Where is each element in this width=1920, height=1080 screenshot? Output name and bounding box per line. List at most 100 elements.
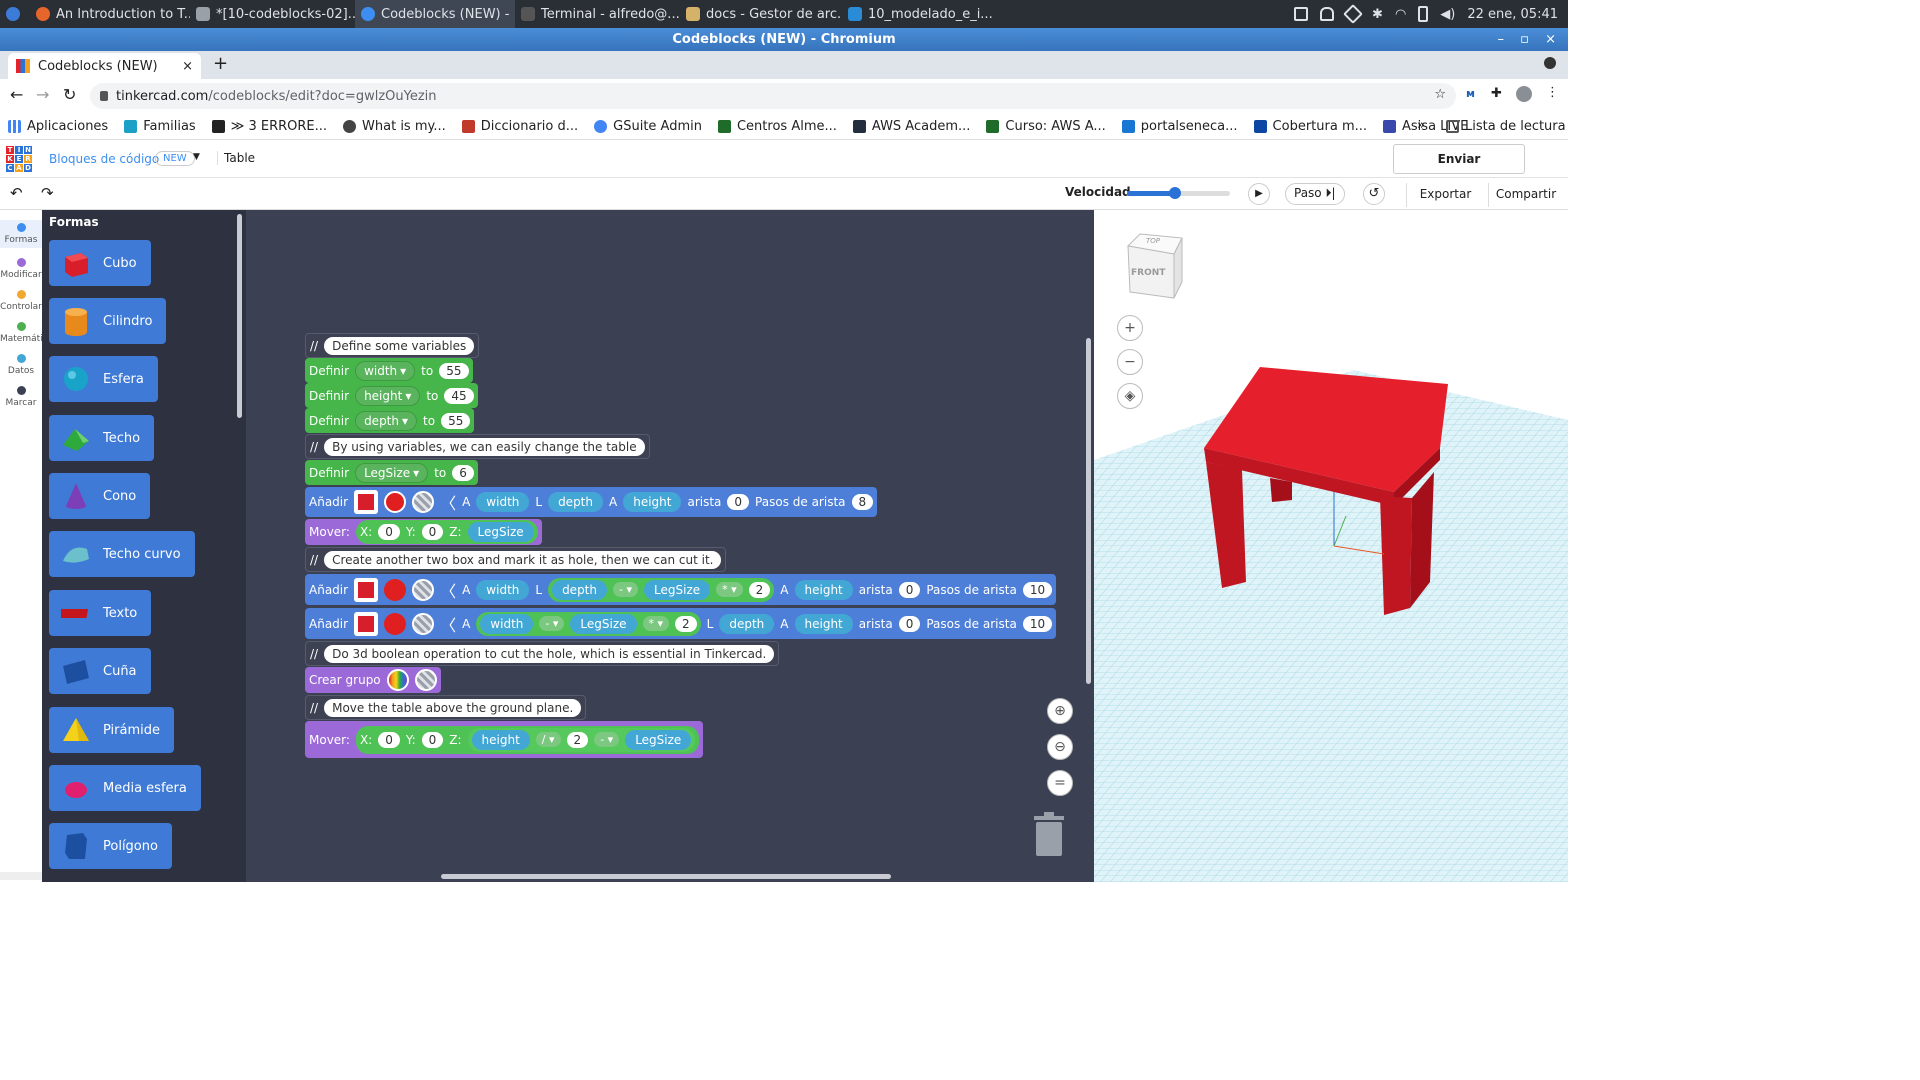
- define-block[interactable]: Definir LegSize ▾ to 6: [305, 460, 478, 485]
- number-input[interactable]: 0: [378, 731, 400, 748]
- shape-swatch[interactable]: [354, 490, 379, 514]
- number-input[interactable]: 0: [378, 524, 400, 540]
- category-control[interactable]: Controlar: [0, 290, 42, 312]
- palette-cone[interactable]: Cono: [49, 473, 151, 519]
- number-input[interactable]: 10: [1022, 615, 1053, 632]
- window-controls[interactable]: – ▫ ×: [1498, 28, 1562, 51]
- speed-slider[interactable]: [1127, 187, 1230, 199]
- taskbar-app-6[interactable]: 10_modelado_e_i...: [842, 0, 1022, 28]
- comment-text[interactable]: Create another two box and mark it as ho…: [324, 550, 722, 569]
- play-button[interactable]: ▶: [1248, 183, 1270, 205]
- battery-icon[interactable]: [1418, 6, 1429, 22]
- category-modify[interactable]: Modificar: [0, 258, 42, 280]
- number-input[interactable]: 55: [441, 412, 471, 429]
- view-cube-top[interactable]: TOP: [1146, 237, 1160, 245]
- number-input[interactable]: 2: [748, 581, 771, 598]
- view-cube-front[interactable]: FRONT: [1131, 268, 1165, 278]
- palette-cube[interactable]: Cubo: [49, 240, 151, 286]
- define-block[interactable]: Definir height ▾ to 45: [305, 383, 478, 408]
- breadcrumb[interactable]: Bloques de código: [49, 152, 159, 166]
- palette-wedge[interactable]: Cuña: [49, 648, 151, 694]
- palette-sphere[interactable]: Esfera: [49, 356, 158, 402]
- tinkercad-logo[interactable]: T I N K E R C A D: [6, 146, 32, 172]
- var-reporter[interactable]: LegSize: [625, 729, 692, 750]
- 3d-viewport[interactable]: TOP FRONT + − ◈: [1094, 210, 1568, 882]
- operator-dropdown[interactable]: * ▾: [716, 582, 743, 597]
- export-button[interactable]: Exportar: [1406, 183, 1484, 207]
- var-reporter[interactable]: height: [623, 492, 682, 512]
- category-math[interactable]: Matemáti: [0, 322, 43, 344]
- operator-dropdown[interactable]: - ▾: [539, 616, 565, 631]
- hole-toggle[interactable]: [412, 578, 435, 601]
- comment-block[interactable]: //By using variables, we can easily chan…: [305, 434, 650, 459]
- number-input[interactable]: 6: [452, 464, 474, 481]
- taskbar-app-5[interactable]: docs - Gestor de arc...: [680, 0, 842, 28]
- var-reporter[interactable]: height: [794, 613, 853, 634]
- collapse-chevron-icon[interactable]: 〈: [440, 490, 456, 514]
- var-reporter[interactable]: depth: [548, 492, 603, 512]
- bookmark-item[interactable]: ≫ 3 ERRORE...: [204, 119, 335, 134]
- bookmark-item[interactable]: portalseneca...: [1114, 119, 1246, 134]
- bookmark-item[interactable]: What is my...: [335, 119, 454, 134]
- extensions-puzzle-icon[interactable]: ✚: [1491, 86, 1502, 101]
- comment-block[interactable]: //Create another two box and mark it as …: [305, 547, 727, 572]
- redo-icon[interactable]: ↷: [41, 184, 54, 202]
- notes-icon[interactable]: [1294, 7, 1309, 21]
- hole-toggle[interactable]: [414, 669, 437, 691]
- comment-text[interactable]: Move the table above the ground plane.: [324, 698, 582, 717]
- number-input[interactable]: 0: [421, 524, 444, 540]
- forward-icon[interactable]: →: [36, 85, 49, 104]
- wifi-icon[interactable]: ◠: [1395, 7, 1406, 22]
- define-block[interactable]: Definir depth ▾ to 55: [305, 408, 475, 433]
- extension-icon[interactable]: м: [1466, 87, 1475, 100]
- bookmark-item[interactable]: Cobertura m...: [1246, 119, 1375, 134]
- speed-slider-knob[interactable]: [1169, 187, 1182, 199]
- horizontal-scrollbar[interactable]: [441, 874, 891, 879]
- taskbar-app-3[interactable]: Codeblocks (NEW) - ...: [355, 0, 515, 28]
- collapse-chevron-icon[interactable]: 〈: [440, 578, 456, 602]
- var-reporter[interactable]: width: [480, 613, 534, 634]
- collapse-chevron-icon[interactable]: 〈: [440, 612, 456, 636]
- var-reporter[interactable]: depth: [719, 613, 775, 634]
- comment-text[interactable]: Define some variables: [324, 336, 475, 355]
- var-reporter[interactable]: depth: [552, 579, 607, 600]
- zoom-in-button[interactable]: ⊕: [1047, 698, 1073, 724]
- number-input[interactable]: 2: [566, 731, 589, 748]
- define-block[interactable]: Definir width ▾ to 55: [305, 358, 473, 383]
- palette-half-sphere[interactable]: Media esfera: [49, 765, 201, 811]
- trash-icon[interactable]: [1032, 810, 1066, 858]
- palette-cylinder[interactable]: Cilindro: [49, 298, 167, 344]
- category-shapes[interactable]: Formas: [0, 220, 42, 248]
- var-reporter[interactable]: LegSize: [570, 613, 637, 634]
- palette-curved-roof[interactable]: Techo curvo: [49, 531, 195, 577]
- color-picker[interactable]: [384, 578, 407, 601]
- viewport-zoom-out-button[interactable]: −: [1117, 349, 1143, 375]
- group-block[interactable]: Crear grupo: [305, 667, 441, 693]
- palette-pyramid[interactable]: Pirámide: [49, 707, 175, 753]
- chevron-down-icon[interactable]: ▼: [193, 152, 200, 162]
- zoom-out-button[interactable]: ⊖: [1047, 734, 1073, 760]
- move-block[interactable]: Mover: X: 0 Y: 0 Z: LegSize: [305, 519, 542, 545]
- math-expression[interactable]: height / ▾ 2 - ▾ LegSize: [467, 727, 696, 752]
- hole-toggle[interactable]: [412, 612, 435, 635]
- reset-button[interactable]: ↺: [1363, 183, 1385, 205]
- reading-list-button[interactable]: Lista de lectura: [1438, 119, 1568, 134]
- move-block[interactable]: Mover: X: 0 Y: 0 Z: height / ▾ 2- ▾ LegSize: [305, 721, 704, 758]
- doc-name[interactable]: Table: [217, 151, 255, 165]
- reload-icon[interactable]: ↻: [63, 85, 76, 104]
- palette-polygon[interactable]: Polígono: [49, 823, 172, 869]
- bluetooth-icon[interactable]: ✱: [1372, 7, 1383, 22]
- number-input[interactable]: 55: [439, 362, 469, 379]
- taskbar-app-1[interactable]: An Introduction to T...: [30, 0, 190, 28]
- var-dropdown[interactable]: width ▾: [355, 360, 416, 381]
- nav-scrollbar[interactable]: [0, 872, 42, 880]
- math-expression[interactable]: depth - ▾ LegSize * ▾ 2: [548, 577, 775, 602]
- bookmark-star-icon[interactable]: ☆: [1434, 87, 1446, 102]
- viewport-zoom-in-button[interactable]: +: [1117, 315, 1143, 341]
- shape-swatch[interactable]: [354, 577, 379, 602]
- bookmark-item[interactable]: Aplicaciones: [0, 119, 116, 134]
- var-reporter[interactable]: width: [476, 492, 530, 512]
- bookmark-item[interactable]: Diccionario d...: [454, 119, 586, 134]
- var-dropdown[interactable]: height ▾: [355, 385, 421, 406]
- menu-icon[interactable]: ⋮: [1546, 85, 1559, 100]
